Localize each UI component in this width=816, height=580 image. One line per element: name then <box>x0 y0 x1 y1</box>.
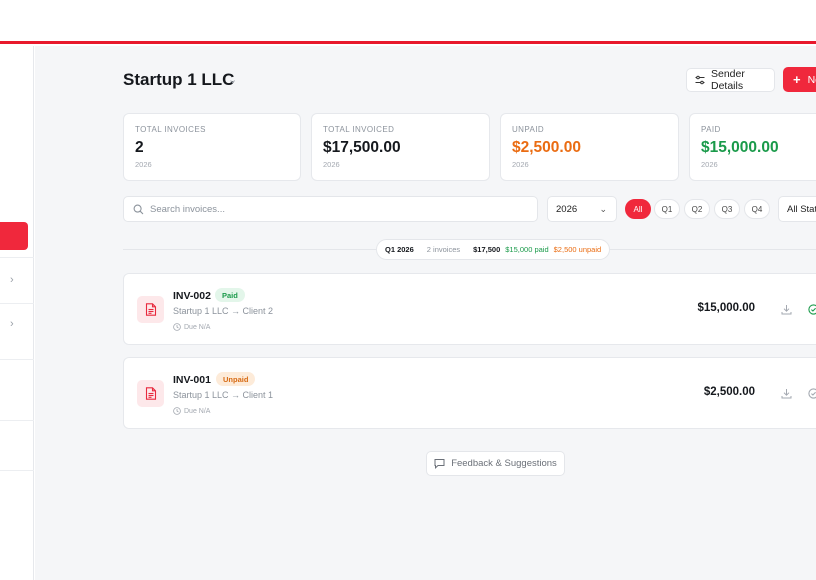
invoice-due: Due N/A <box>173 323 210 331</box>
invoice-due-text: Due N/A <box>184 323 211 331</box>
pending-circle-icon[interactable] <box>808 388 816 399</box>
clock-icon <box>173 323 181 331</box>
sidebar-divider <box>0 470 34 471</box>
invoice-due: Due N/A <box>173 407 210 415</box>
year-select-value: 2026 <box>556 203 578 215</box>
search-placeholder: Search invoices... <box>150 203 225 215</box>
check-circle-icon[interactable] <box>808 304 816 315</box>
stat-value: $17,500.00 <box>323 139 401 156</box>
feedback-button[interactable]: Feedback & Suggestions <box>426 451 565 476</box>
sidebar: › › <box>0 46 34 580</box>
stat-value: $15,000.00 <box>701 139 779 156</box>
download-icon[interactable] <box>781 304 792 315</box>
search-icon <box>133 204 144 215</box>
stat-card-paid: PAID $15,000.00 2026 <box>689 113 816 181</box>
sender-details-button[interactable]: Sender Details <box>686 68 775 92</box>
status-badge: Unpaid <box>216 372 256 386</box>
quarter-pill-q3[interactable]: Q3 <box>714 199 740 219</box>
sidebar-chevron-right-icon[interactable]: › <box>10 274 14 286</box>
invoice-row[interactable]: INV-001 Unpaid Startup 1 LLC → Client 1 … <box>123 357 816 429</box>
invoice-row[interactable]: INV-002 Paid Startup 1 LLC → Client 2 Du… <box>123 273 816 345</box>
invoice-number: INV-001 <box>173 374 211 386</box>
stat-card-unpaid: UNPAID $2,500.00 2026 <box>500 113 679 181</box>
stat-value: $2,500.00 <box>512 139 581 156</box>
sidebar-divider <box>0 303 34 304</box>
plus-icon: + <box>793 72 801 87</box>
download-icon[interactable] <box>781 388 792 399</box>
quarter-paid: $15,000 paid <box>505 245 549 254</box>
stat-card-total-invoiced: TOTAL INVOICED $17,500.00 2026 <box>311 113 490 181</box>
stat-value: 2 <box>135 139 144 156</box>
invoice-number: INV-002 <box>173 290 211 302</box>
invoice-amount: $2,500.00 <box>703 386 755 398</box>
stat-year: 2026 <box>323 160 340 169</box>
company-title[interactable]: Startup 1 LLC <box>123 70 234 90</box>
stat-card-total-invoices: TOTAL INVOICES 2 2026 <box>123 113 301 181</box>
stat-label: UNPAID <box>512 125 545 134</box>
search-input[interactable]: Search invoices... <box>123 196 538 222</box>
invoice-route: Startup 1 LLC → Client 2 <box>173 306 274 316</box>
quarter-pill-q2[interactable]: Q2 <box>684 199 710 219</box>
clock-icon <box>173 407 181 415</box>
invoice-due-text: Due N/A <box>184 407 211 415</box>
document-icon <box>137 380 164 407</box>
quarter-unpaid: $2,500 unpaid <box>553 245 602 254</box>
quarter-pill-all[interactable]: All <box>625 199 651 219</box>
year-select[interactable]: 2026 ⌄ <box>547 196 617 222</box>
chevron-down-icon[interactable]: ⌄ <box>228 73 237 86</box>
status-badge: Paid <box>215 288 245 302</box>
top-bar <box>0 0 816 44</box>
invoice-amount: $15,000.00 <box>697 302 755 314</box>
quarter-label: Q1 2026 <box>385 245 414 254</box>
message-icon <box>434 458 445 469</box>
quarter-total: $17,500 <box>473 245 501 254</box>
sidebar-divider <box>0 257 34 258</box>
sidebar-divider <box>0 359 34 360</box>
document-icon <box>137 296 164 323</box>
quarter-count: 2 invoices <box>426 245 461 254</box>
sliders-icon <box>695 75 705 85</box>
stat-label: TOTAL INVOICED <box>323 125 395 134</box>
invoice-route: Startup 1 LLC → Client 1 <box>173 390 274 400</box>
status-select[interactable]: All Status <box>778 196 816 222</box>
sidebar-divider <box>0 420 34 421</box>
stat-label: TOTAL INVOICES <box>135 125 206 134</box>
quarter-pill-q1[interactable]: Q1 <box>654 199 680 219</box>
sender-details-label: Sender Details <box>711 68 745 92</box>
new-invoice-button[interactable]: + New Invoice <box>783 67 816 92</box>
stat-year: 2026 <box>701 160 718 169</box>
stat-year: 2026 <box>135 160 152 169</box>
chevron-down-icon: ⌄ <box>599 204 607 214</box>
feedback-label: Feedback & Suggestions <box>451 458 557 469</box>
main-content: Startup 1 LLC ⌄ Sender Details + New Inv… <box>35 46 816 580</box>
stat-label: PAID <box>701 125 721 134</box>
sidebar-item-active[interactable] <box>0 222 28 250</box>
quarter-summary: Q1 2026 2 invoices $17,500 $15,000 paid … <box>376 239 611 260</box>
new-invoice-label: New Invoice <box>807 73 816 86</box>
quarter-pill-q4[interactable]: Q4 <box>744 199 770 219</box>
status-select-value: All Status <box>787 203 816 215</box>
stat-year: 2026 <box>512 160 529 169</box>
sidebar-chevron-right-icon[interactable]: › <box>10 318 14 330</box>
